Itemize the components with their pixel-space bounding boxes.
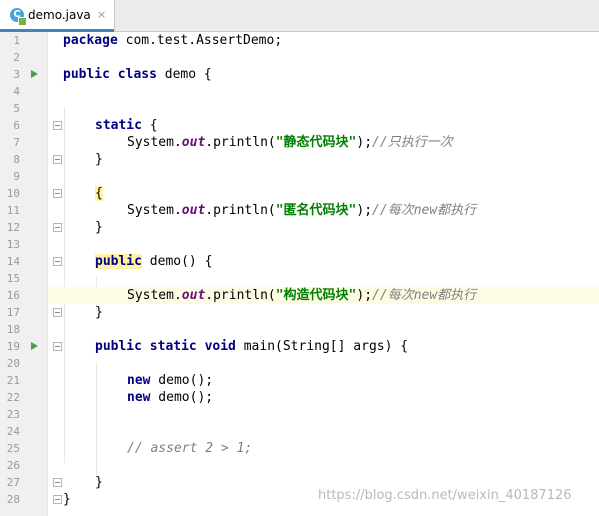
code-text: new demo(); — [127, 390, 214, 405]
code-text: { — [95, 186, 103, 201]
code-line: 3 public class demo { — [0, 66, 599, 83]
line-number: 21 — [6, 374, 20, 387]
code-line: 9 — [0, 168, 599, 185]
line-number: 4 — [13, 85, 20, 98]
tab-demo-java[interactable]: C demo.java × — [0, 0, 115, 32]
code-text: package com.test.AssertDemo; — [63, 33, 283, 48]
line-number: 5 — [13, 102, 20, 115]
line-number: 24 — [6, 425, 20, 438]
code-line: 6 static { — [0, 117, 599, 134]
code-text: } — [95, 220, 103, 235]
code-line: 1 package com.test.AssertDemo; — [0, 32, 599, 49]
code-text: System.out.println("构造代码块");//每次new都执行 — [127, 288, 477, 303]
fold-icon[interactable] — [53, 257, 62, 266]
close-tab-icon[interactable]: × — [97, 8, 106, 21]
code-line: 19 public static void main(String[] args… — [0, 338, 599, 355]
editor-tab-bar: C demo.java × — [0, 0, 599, 32]
line-number: 17 — [6, 306, 20, 319]
code-line: 7 System.out.println("静态代码块");//只执行一次 — [0, 134, 599, 151]
code-text: System.out.println("静态代码块");//只执行一次 — [127, 135, 453, 150]
code-line: 21 new demo(); — [0, 372, 599, 389]
code-line: 5 — [0, 100, 599, 117]
line-number: 14 — [6, 255, 20, 268]
line-number: 22 — [6, 391, 20, 404]
line-number: 8 — [13, 153, 20, 166]
code-line: 13 — [0, 236, 599, 253]
fold-icon[interactable] — [53, 155, 62, 164]
fold-icon[interactable] — [53, 121, 62, 130]
code-line: 24 — [0, 423, 599, 440]
line-number: 26 — [6, 459, 20, 472]
code-text: public class demo { — [63, 67, 212, 82]
line-number: 25 — [6, 442, 20, 455]
current-code-line: 16 System.out.println("构造代码块");//每次new都执… — [0, 287, 599, 304]
code-line: 18 — [0, 321, 599, 338]
line-number: 12 — [6, 221, 20, 234]
code-text: public static void main(String[] args) { — [95, 339, 409, 354]
code-line: 4 — [0, 83, 599, 100]
line-number: 18 — [6, 323, 20, 336]
code-text: // assert 2 > 1; — [127, 441, 253, 456]
line-number: 15 — [6, 272, 20, 285]
line-number: 2 — [13, 51, 20, 64]
code-line: 22 new demo(); — [0, 389, 599, 406]
code-line: 14 public demo() { — [0, 253, 599, 270]
java-file-badge-icon — [18, 17, 27, 26]
line-number: 20 — [6, 357, 20, 370]
line-number: 9 — [13, 170, 20, 183]
run-main-icon[interactable] — [31, 342, 38, 350]
fold-icon[interactable] — [53, 478, 62, 487]
fold-icon[interactable] — [53, 308, 62, 317]
code-text: static { — [95, 118, 158, 133]
code-line: 25 // assert 2 > 1; — [0, 440, 599, 457]
code-text: public demo() { — [95, 254, 213, 269]
code-text: } — [95, 475, 103, 490]
line-number: 28 — [6, 493, 20, 506]
fold-icon[interactable] — [53, 223, 62, 232]
fold-icon[interactable] — [53, 189, 62, 198]
tab-title: demo.java — [28, 8, 91, 22]
code-line: 8 } — [0, 151, 599, 168]
line-number: 3 — [13, 68, 20, 81]
code-text: } — [95, 305, 103, 320]
line-number: 27 — [6, 476, 20, 489]
line-number: 10 — [6, 187, 20, 200]
code-text: new demo(); — [127, 373, 214, 388]
code-text: } — [63, 492, 71, 507]
code-line: 2 — [0, 49, 599, 66]
watermark: https://blog.csdn.net/weixin_40187126 — [318, 488, 572, 503]
line-number: 6 — [13, 119, 20, 132]
line-number: 7 — [13, 136, 20, 149]
code-text: System.out.println("匿名代码块");//每次new都执行 — [127, 203, 477, 218]
line-number: 1 — [13, 34, 20, 47]
code-line: 23 — [0, 406, 599, 423]
code-line: 15 — [0, 270, 599, 287]
fold-icon[interactable] — [53, 495, 62, 504]
code-line: 17 } — [0, 304, 599, 321]
code-line: 10 { — [0, 185, 599, 202]
run-class-icon[interactable] — [31, 70, 38, 78]
code-text: } — [95, 152, 103, 167]
line-number: 13 — [6, 238, 20, 251]
fold-icon[interactable] — [53, 342, 62, 351]
code-line: 11 System.out.println("匿名代码块");//每次new都执… — [0, 202, 599, 219]
code-line: 20 — [0, 355, 599, 372]
line-number: 19 — [6, 340, 20, 353]
line-number: 23 — [6, 408, 20, 421]
code-line: 26 — [0, 457, 599, 474]
code-editor[interactable]: 1 package com.test.AssertDemo; 2 3 publi… — [0, 32, 599, 516]
line-number: 11 — [6, 204, 20, 217]
code-line: 12 } — [0, 219, 599, 236]
line-number: 16 — [6, 289, 20, 302]
